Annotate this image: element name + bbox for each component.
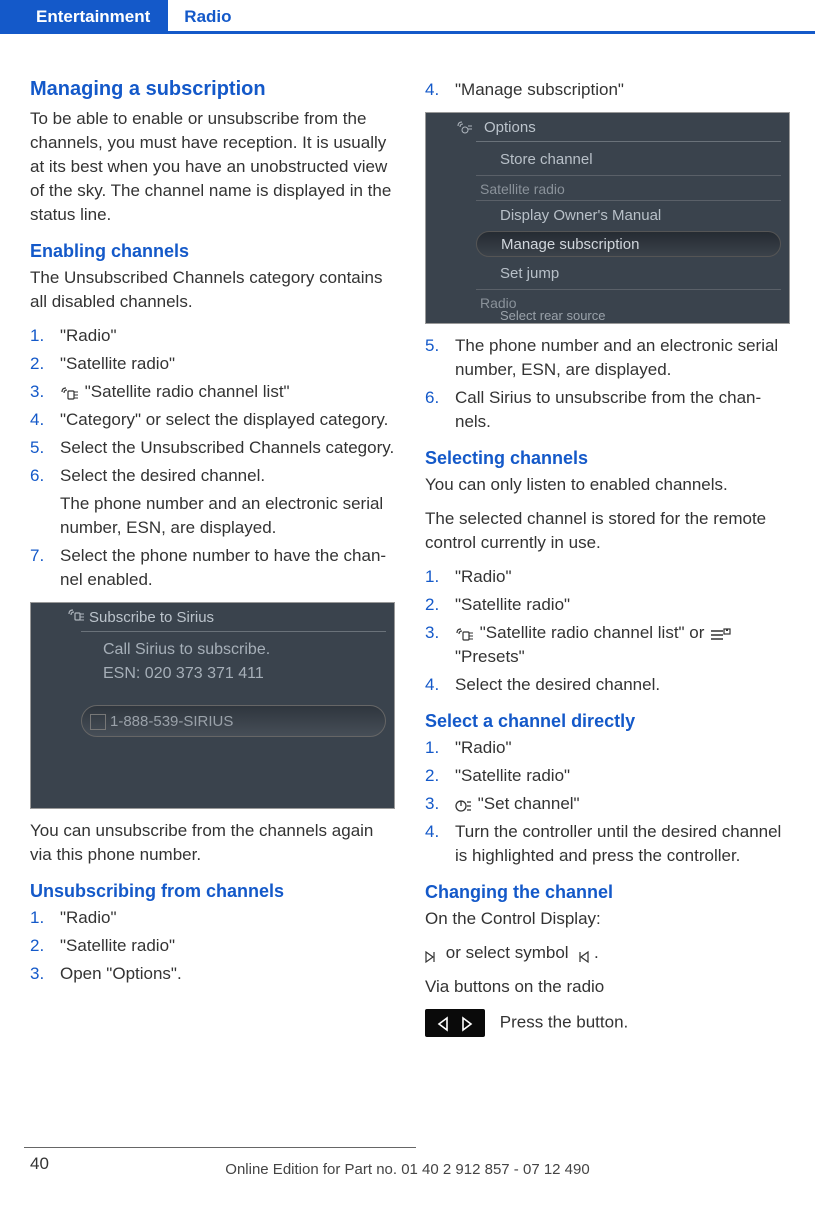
para-on-display: On the Control Display: [425,907,790,931]
heading-changing-channel: Changing the channel [425,882,790,903]
list-text: "Satellite radio channel list" or [480,623,705,642]
para-unsubscribe-phone: You can unsubscribe from the channels ag… [30,819,395,867]
footer-text: Online Edition for Part no. 01 40 2 912 … [0,1161,815,1178]
satellite-radio-icon [455,626,475,642]
ss-group-satellite: Satellite radio [476,175,781,201]
ss-row-rear-source: Select rear source [476,309,781,325]
para-symbols: or select symbol . [425,941,790,965]
presets-icon [709,626,731,642]
list-item: 1."Radio" [425,736,790,760]
satellite-radio-icon [60,385,80,401]
list-text: "Satellite radio" [60,936,175,955]
ss-row-selected-manage: Manage subscription [476,231,781,257]
para-enabled-only: You can only listen to enabled channels. [425,473,790,497]
ss-title: Subscribe to Sirius [89,609,214,626]
list-text: "Satellite radio" [455,595,570,614]
text-period: . [594,943,599,962]
ss-phone-pill: 1-888-539-SIRIUS [81,705,386,737]
list-text: The phone number and an electronic seria… [455,336,778,379]
ss-row-set-jump: Set jump [476,261,781,287]
list-item: 6.Call Sirius to unsubscribe from the ch… [425,386,790,434]
ss-row-store: Store channel [476,147,781,173]
para-stored-remote: The selected channel is stored for the r… [425,507,790,555]
list-item: 3.Open "Options". [30,962,395,986]
para-intro: To be able to enable or unsubscribe from… [30,107,395,227]
list-item: 4."Category" or select the displayed cat… [30,408,395,432]
text-or-select: or select symbol [446,943,569,962]
list-text: Select the phone number to have the chan… [60,546,386,589]
text-press-button: Press the button. [500,1012,629,1031]
prev-next-button-icon [425,1009,485,1037]
list-text: "Satellite radio" [60,354,175,373]
list-text-presets: "Presets" [455,647,525,666]
left-column: Managing a subscription To be able to en… [30,78,395,1047]
screenshot-subscribe-sirius: Subscribe to Sirius Call Sirius to subsc… [30,602,395,809]
skip-forward-icon [425,947,441,961]
list-unsubscribe-cont: 4."Manage subscription" [425,78,790,102]
list-text: Open "Options". [60,964,182,983]
list-item: 3. "Set channel" [425,792,790,816]
right-column: 4."Manage subscription" Options Store ch… [425,78,790,1047]
ss-line: Call Sirius to subscribe. [103,641,270,659]
list-text: "Set channel" [478,794,580,813]
screenshot-options-menu: Options Store channel Satellite radio Di… [425,112,790,324]
list-item: 2."Satellite radio" [425,764,790,788]
options-icon [456,120,472,139]
list-item: 4.Select the desired channel. [425,673,790,697]
ss-divider [476,141,781,142]
list-text: "Radio" [60,908,117,927]
list-direct: 1."Radio" 2."Satellite radio" 3. "Set ch… [425,736,790,868]
satellite-radio-icon [67,608,85,629]
ss-title: Options [484,119,536,136]
list-item: 1."Radio" [30,324,395,348]
ss-divider [81,631,386,632]
para-via-buttons: Via buttons on the radio [425,975,790,999]
heading-selecting-channels: Selecting channels [425,448,790,469]
set-channel-icon [455,797,473,813]
list-unsubscribe: 1."Radio" 2."Satellite radio" 3.Open "Op… [30,906,395,986]
list-item: 4."Manage subscription" [425,78,790,102]
list-text: Select the desired channel. [60,466,265,485]
list-text: "Radio" [455,738,512,757]
list-text: Select the desired channel. [455,675,660,694]
list-enable: 1."Radio" 2."Satellite radio" 3. "Satell… [30,324,395,592]
skip-back-icon [573,947,589,961]
list-subtext: The phone number and an electronic seria… [60,492,395,540]
para-press-button: Press the button. [425,1009,790,1037]
header-tabs: Entertainment Radio [0,0,815,34]
list-item: 2."Satellite radio" [30,352,395,376]
list-text: "Category" or select the displayed categ… [60,410,388,429]
list-text: "Radio" [455,567,512,586]
footer-rule [24,1147,416,1148]
list-item: 2."Satellite radio" [425,593,790,617]
list-text: Call Sirius to unsubscribe from the chan… [455,388,761,431]
tab-radio: Radio [168,0,247,31]
ss-line-esn: ESN: 020 373 371 411 [103,665,264,683]
heading-unsubscribing: Unsubscribing from channels [30,881,395,902]
list-unsubscribe-cont2: 5.The phone number and an electronic ser… [425,334,790,434]
para-unsubscribed-desc: The Unsubscribed Channels category conta… [30,266,395,314]
heading-enabling-channels: Enabling channels [30,241,395,262]
list-item: 6. Select the desired channel. The phone… [30,464,395,540]
list-item: 5.Select the Unsubscribed Channels cate­… [30,436,395,460]
list-item: 4.Turn the controller until the desired … [425,820,790,868]
list-item: 1."Radio" [30,906,395,930]
list-item: 3. "Satellite radio channel list" or "Pr… [425,621,790,669]
list-text: Turn the controller until the desired ch… [455,822,781,865]
list-item: 1."Radio" [425,565,790,589]
list-text: "Manage subscription" [455,80,624,99]
heading-select-direct: Select a channel directly [425,711,790,732]
heading-managing-subscription: Managing a subscription [30,78,395,101]
list-item: 5.The phone number and an electronic ser… [425,334,790,382]
ss-row-owners-manual: Display Owner's Manual [476,203,781,229]
tab-entertainment: Entertainment [0,0,168,31]
list-select: 1."Radio" 2."Satellite radio" 3. "Satell… [425,565,790,697]
list-item: 7.Select the phone number to have the ch… [30,544,395,592]
list-text: "Radio" [60,326,117,345]
list-text: "Satellite radio channel list" [85,382,290,401]
list-item: 3. "Satellite radio channel list" [30,380,395,404]
list-text: "Satellite radio" [455,766,570,785]
list-text: Select the Unsubscribed Channels cate­go… [60,438,394,457]
list-item: 2."Satellite radio" [30,934,395,958]
